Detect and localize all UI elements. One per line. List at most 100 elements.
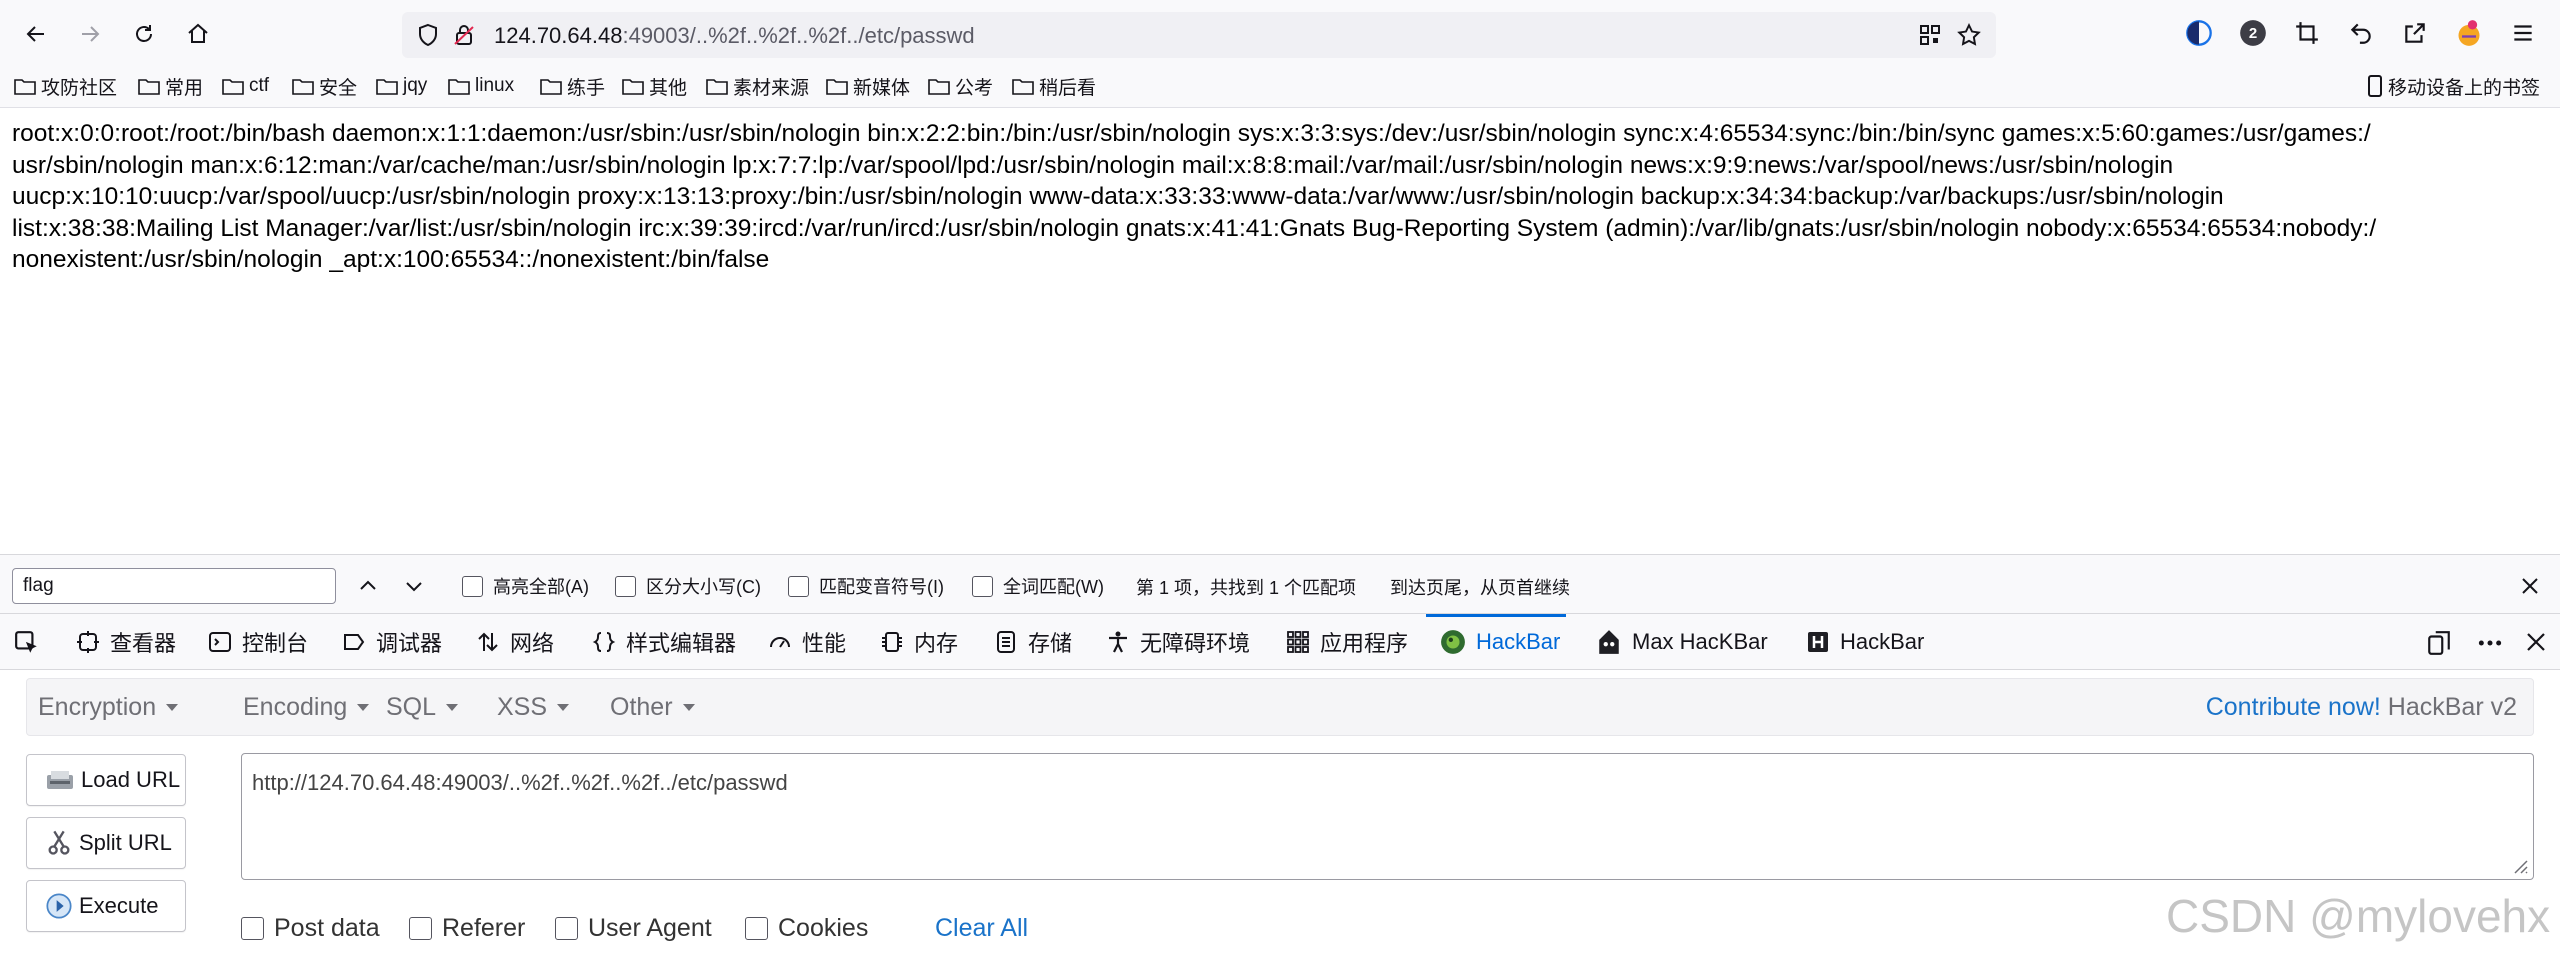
tab-debugger[interactable]: 调试器 (342, 614, 442, 670)
tab-hackbar[interactable]: HackBar (1425, 614, 1567, 670)
application-grid-icon (1287, 631, 1309, 653)
tab-max-hackbar[interactable]: Max HacKBar (1596, 614, 1768, 670)
tab-performance[interactable]: 性能 (768, 614, 846, 670)
highlight-all-checkbox[interactable]: 高亮全部(A) (462, 573, 589, 599)
bookmark-item[interactable]: 公考 (928, 72, 993, 100)
home-icon (188, 23, 208, 43)
bookmark-item[interactable]: 其他 (622, 72, 687, 100)
split-url-button[interactable]: Split URL (26, 817, 186, 869)
star-icon[interactable] (1956, 22, 1982, 48)
bookmark-item[interactable]: 稍后看 (1012, 72, 1096, 100)
caret-down-icon (357, 704, 370, 711)
menu-icon[interactable] (2508, 18, 2538, 48)
checkbox-box[interactable] (555, 917, 578, 940)
folder-icon (14, 79, 36, 95)
folder-icon (540, 79, 562, 95)
checkbox-box[interactable] (745, 917, 768, 940)
share-icon[interactable] (2400, 18, 2430, 48)
passwd-line: root:x:0:0:root:/root:/bin/bash daemon:x… (12, 120, 2371, 147)
tab-label: 控制台 (242, 631, 309, 656)
folder-icon (222, 79, 244, 95)
extension-badge-icon[interactable]: 2 (2238, 18, 2268, 48)
browser-toolbar: 124.70.64.48:49003/..%2f..%2f..%2f../etc… (0, 0, 2560, 64)
hackbar-version: HackBar v2 (2387, 693, 2517, 721)
checkbox-box[interactable] (462, 575, 483, 597)
clear-all-link[interactable]: Clear All (935, 914, 1028, 943)
back-button[interactable] (16, 14, 56, 54)
contribute-link[interactable]: Contribute now! (2206, 693, 2381, 721)
crop-icon[interactable] (2292, 18, 2322, 48)
reload-button[interactable] (124, 14, 164, 54)
find-previous-icon[interactable] (356, 574, 380, 598)
forward-button[interactable] (70, 14, 110, 54)
match-diacritics-checkbox[interactable]: 匹配变音符号(I) (788, 573, 944, 599)
bookmark-label: 攻防社区 (41, 77, 118, 99)
menu-other[interactable]: Other (610, 693, 695, 722)
tab-inspector[interactable]: 查看器 (76, 614, 176, 670)
shield-icon[interactable] (416, 23, 440, 47)
match-case-checkbox[interactable]: 区分大小写(C) (615, 573, 761, 599)
menu-encoding[interactable]: Encoding (243, 693, 370, 722)
insecure-lock-icon[interactable] (452, 23, 476, 47)
checkbox-box[interactable] (241, 917, 264, 940)
tab-application[interactable]: 应用程序 (1286, 614, 1408, 670)
bookmark-item[interactable]: ctf (222, 72, 269, 100)
qr-code-icon[interactable] (1918, 23, 1942, 47)
menu-sql[interactable]: SQL (386, 693, 459, 722)
user-agent-checkbox[interactable]: User Agent (555, 914, 712, 943)
close-devtools-icon[interactable] (2524, 630, 2548, 654)
bookmark-label: 其他 (649, 77, 688, 99)
referer-checkbox[interactable]: Referer (409, 914, 525, 943)
bookmark-label: 稍后看 (1039, 77, 1097, 99)
tab-style-editor[interactable]: 样式编辑器 (592, 614, 736, 670)
execute-button[interactable]: Execute (26, 880, 186, 932)
checkbox-box[interactable] (409, 917, 432, 940)
cookies-checkbox[interactable]: Cookies (745, 914, 868, 943)
tab-storage[interactable]: 存储 (994, 614, 1072, 670)
menu-label: Encoding (243, 693, 348, 721)
bookmark-item[interactable]: 新媒体 (826, 72, 910, 100)
tab-memory[interactable]: 内存 (880, 614, 958, 670)
url-textarea[interactable]: http://124.70.64.48:49003/..%2f..%2f..%2… (241, 753, 2534, 880)
dark-mode-icon[interactable] (2184, 18, 2214, 48)
close-icon[interactable] (2518, 574, 2542, 598)
bookmark-item[interactable]: linux (448, 72, 514, 100)
tab-network[interactable]: 网络 (476, 614, 554, 670)
resize-handle-icon[interactable] (2511, 857, 2529, 875)
undo-icon[interactable] (2346, 18, 2376, 48)
hackbar-icon (1441, 630, 1465, 654)
url-text[interactable]: 124.70.64.48:49003/..%2f..%2f..%2f../etc… (494, 23, 975, 49)
menu-encryption[interactable]: Encryption (38, 693, 179, 722)
menu-xss[interactable]: XSS (497, 693, 570, 722)
scissors-icon (48, 830, 70, 855)
mobile-bookmarks[interactable]: 移动设备上的书签 (2366, 72, 2540, 100)
post-data-checkbox[interactable]: Post data (241, 914, 380, 943)
element-picker-icon[interactable] (14, 630, 40, 656)
more-options-icon[interactable] (2476, 630, 2504, 656)
bookmark-item[interactable]: 安全 (292, 72, 357, 100)
load-url-button[interactable]: Load URL (26, 754, 186, 806)
tab-console[interactable]: 控制台 (208, 614, 308, 670)
checkbox-box[interactable] (972, 575, 993, 597)
tab-hackbar-2[interactable]: HackBar (1806, 614, 1924, 670)
bookmark-label: 练手 (567, 77, 606, 99)
caret-down-icon (557, 704, 570, 711)
find-next-icon[interactable] (402, 574, 426, 598)
bookmark-item[interactable]: jqy (376, 72, 427, 100)
extension-badge-count: 2 (2248, 24, 2258, 42)
bookmark-item[interactable]: 攻防社区 (14, 72, 117, 100)
bookmark-item[interactable]: 练手 (540, 72, 605, 100)
dock-side-icon[interactable] (2426, 630, 2452, 656)
find-input[interactable]: flag (12, 568, 336, 604)
checkbox-box[interactable] (615, 575, 636, 597)
whole-words-checkbox[interactable]: 全词匹配(W) (972, 573, 1104, 599)
arrow-left-icon (26, 26, 44, 42)
checkbox-box[interactable] (788, 575, 809, 597)
url-bar[interactable]: 124.70.64.48:49003/..%2f..%2f..%2f../etc… (402, 12, 1996, 58)
tab-accessibility[interactable]: 无障碍环境 (1106, 614, 1250, 670)
bookmark-item[interactable]: 素材来源 (706, 72, 809, 100)
bookmark-item[interactable]: 常用 (138, 72, 203, 100)
home-button[interactable] (178, 14, 218, 54)
account-avatar-icon[interactable] (2454, 18, 2484, 48)
folder-icon (826, 79, 848, 95)
